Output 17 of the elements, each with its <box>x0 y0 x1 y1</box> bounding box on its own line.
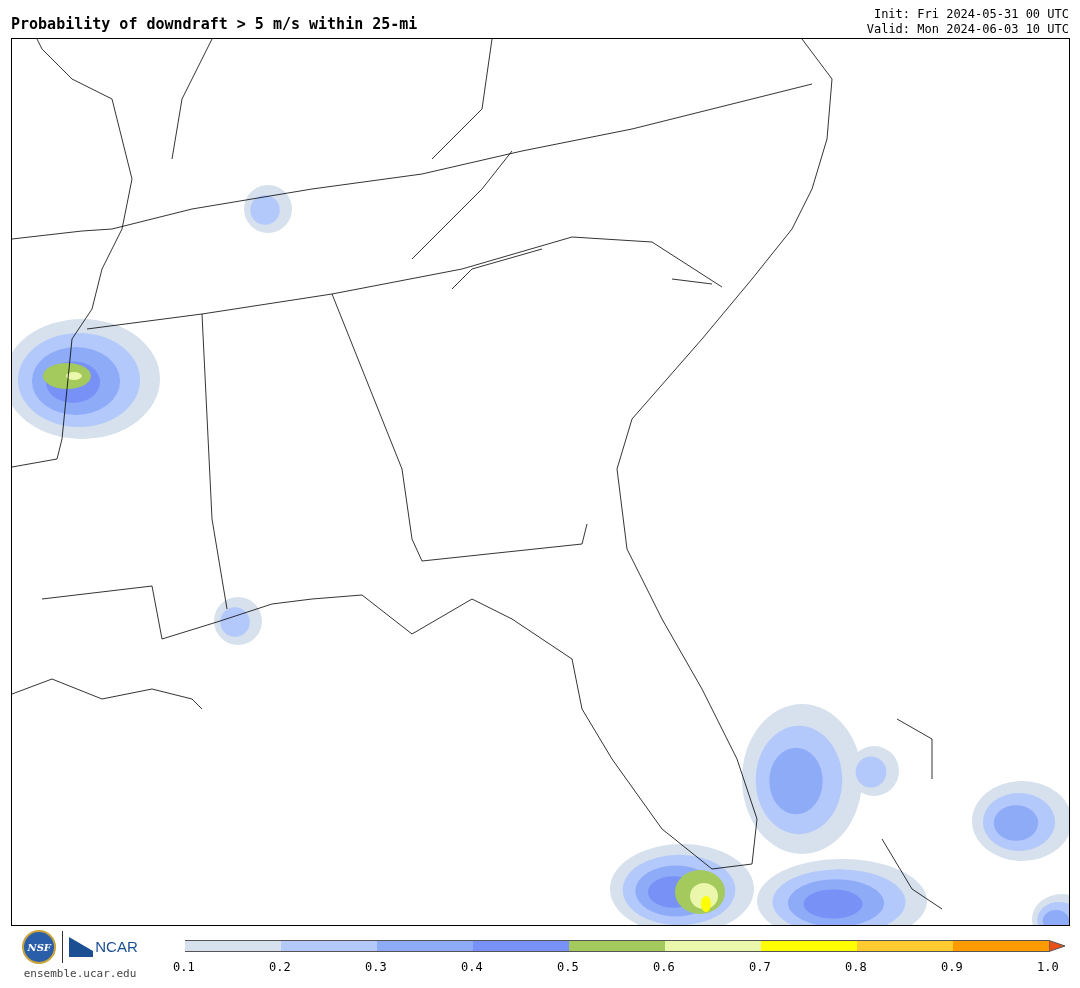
tick-label: 0.5 <box>557 959 580 976</box>
tick-label: 0.2 <box>269 959 292 976</box>
tick-label: 0.7 <box>749 959 772 976</box>
ncar-logo-icon <box>69 937 94 957</box>
tick-label: 0.3 <box>365 959 388 976</box>
tick-label: 0.4 <box>461 959 484 976</box>
tick-label: 0.8 <box>845 959 868 976</box>
nsf-logo: NSF <box>22 930 57 964</box>
tick-label: 0.6 <box>653 959 676 976</box>
tick-label: 0.1 <box>173 959 196 976</box>
website-url: ensemble.ucar.edu <box>23 966 137 982</box>
tick-label: 0.9 <box>941 959 964 976</box>
tick-label: 1.0 <box>1037 959 1059 976</box>
ncar-logo-text: NCAR <box>95 936 138 957</box>
valid-time: Valid: Mon 2024-06-03 10 UTC <box>866 22 1069 37</box>
init-time: Init: Fri 2024-05-31 00 UTC <box>873 7 1069 22</box>
map-title: Probability of downdraft > 5 m/s within 25-mi <box>11 17 418 35</box>
